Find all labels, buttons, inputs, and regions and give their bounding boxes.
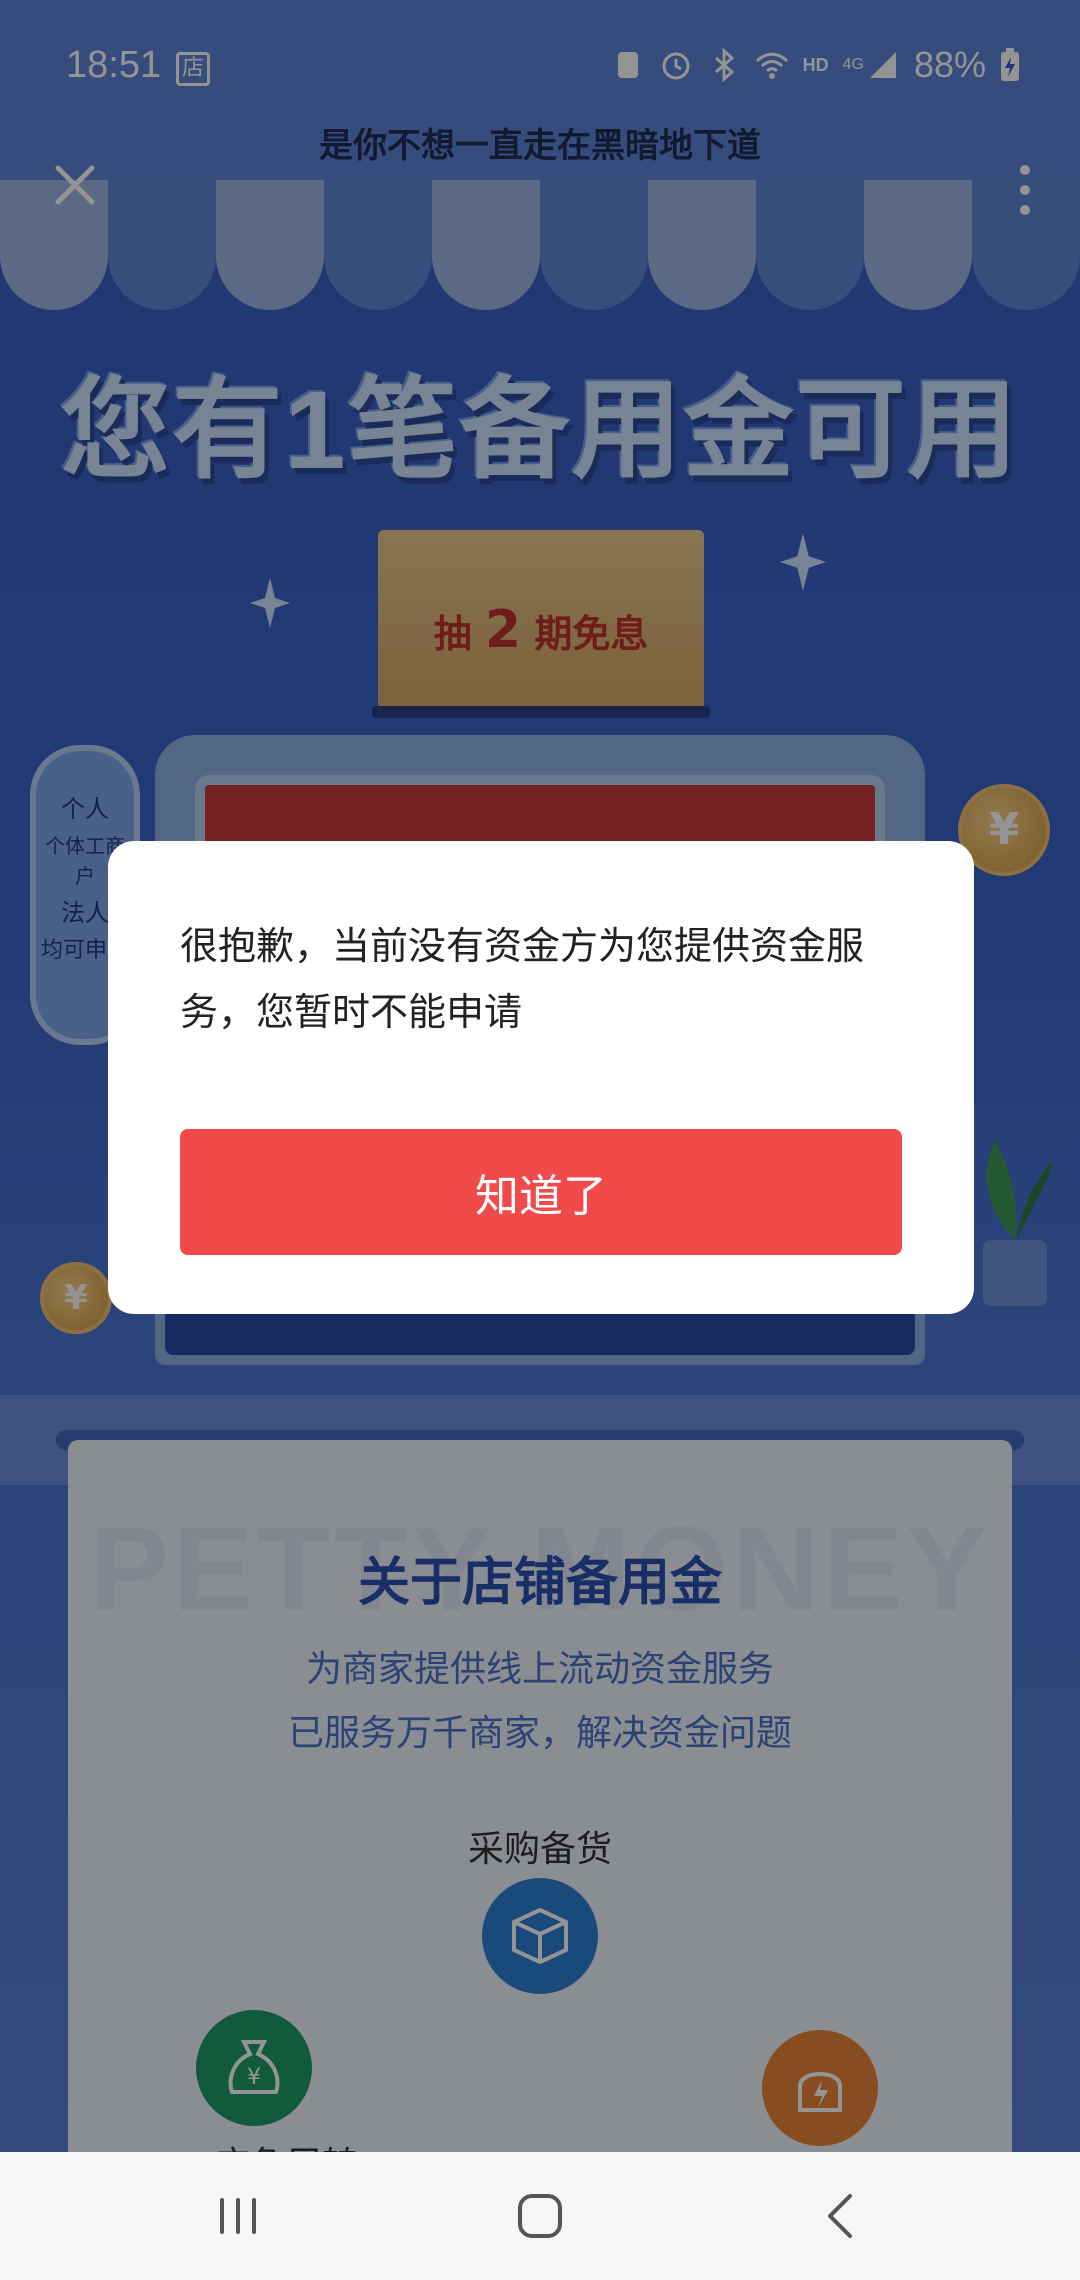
home-icon[interactable]	[510, 2186, 570, 2246]
back-icon[interactable]	[812, 2186, 872, 2246]
dialog-message: 很抱歉，当前没有资金方为您提供资金服务，您暂时不能申请	[180, 924, 865, 1034]
unavailable-dialog: 很抱歉，当前没有资金方为您提供资金服务，您暂时不能申请 知道了	[108, 841, 974, 1314]
acknowledge-button[interactable]: 知道了	[180, 1129, 902, 1255]
navigation-bar	[0, 2152, 1080, 2280]
recents-icon[interactable]	[208, 2186, 268, 2246]
